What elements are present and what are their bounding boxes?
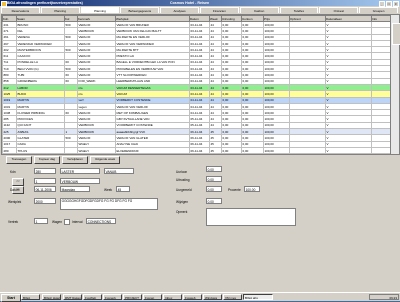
werkplek-label: Werkplek <box>8 200 21 204</box>
taskbar-item[interactable]: BIGA/ Hotels <box>42 294 61 300</box>
procente-label: Procente <box>228 188 241 192</box>
add-button[interactable]: Toevoegen <box>6 156 32 164</box>
wijzigen-label: Wijzigen <box>176 200 188 204</box>
table-cell <box>372 154 392 155</box>
opmerk-field[interactable] <box>206 208 296 226</box>
taskbar-item[interactable]: Inbox <box>163 294 182 300</box>
title-bar: BIGA afrondingen prefinzet(toezetveprest… <box>0 0 400 6</box>
kol-field[interactable]: VERBOUW <box>60 178 100 184</box>
tab-7[interactable]: Teleflex <box>280 7 319 13</box>
window-title: BIGA afrondingen prefinzet(toezetveprest… <box>7 1 83 5</box>
werkplek-code-field[interactable]: 2000 <box>34 198 56 204</box>
uurloon-label: Uurloon <box>176 170 187 174</box>
tab-8[interactable]: Ontvest <box>319 7 358 13</box>
planning-grid: KdnNaamKolKenmerkWerkplekDatumWeekUitrus… <box>1 14 392 155</box>
table-cell: 0,00 <box>242 154 264 155</box>
tab-0[interactable]: Reservations <box>1 7 40 13</box>
taskbar-item[interactable]: VM mes <box>223 294 242 300</box>
uitrusting-label: Uitrusting <box>176 178 189 182</box>
tab-3[interactable]: Beheergegevens <box>120 7 159 13</box>
kdn-field[interactable]: 280 <box>34 168 56 174</box>
table-cell: V <box>326 154 372 155</box>
table-cell <box>65 154 78 155</box>
wagen-label: Wagen <box>52 220 62 224</box>
werkplek-description-field[interactable]: GGGGGHGFGDFGDFGDFG FG FG DFG FG FG <box>60 198 158 210</box>
wijzigen-field[interactable]: 0,00 <box>206 198 222 204</box>
procente-field[interactable]: 100,00 <box>244 186 260 192</box>
table-cell: 280 <box>3 154 17 155</box>
tab-4[interactable]: Analyses <box>160 7 199 13</box>
system-tray: 09:23 <box>369 294 399 300</box>
vertrek-field[interactable]: 1 <box>34 218 48 224</box>
taskbar-item[interactable]: RMT Rekena <box>63 294 82 300</box>
table-row[interactable]: 280TPLUSWGELYELVERENDRIJF06-11-04450,000… <box>3 154 392 155</box>
scroll-thumb[interactable] <box>392 23 400 45</box>
table-cell: ELVERENDRIJF <box>116 154 190 155</box>
uurgemeld-label: Uurgemeld <box>176 188 192 192</box>
table-cell: 100,00 <box>264 154 290 155</box>
taskbar-item[interactable]: PROJECT <box>123 294 142 300</box>
table-cell: 06-11-04 <box>190 154 210 155</box>
interval-label: Interval <box>72 220 82 224</box>
table-cell: 45 <box>210 154 222 155</box>
next-week-button[interactable]: Volgende week <box>90 156 120 164</box>
kdn-label: Kdn <box>10 170 16 174</box>
vertrek-label: Vertrek <box>8 220 18 224</box>
tab-2[interactable]: Planning <box>81 7 120 13</box>
opmerk-label: Opmerk <box>176 210 187 214</box>
uurgemeld-field[interactable]: 0,00 <box>206 186 222 192</box>
clock: 09:23 <box>389 296 397 300</box>
uurloon-field[interactable]: 0,00 <box>206 166 222 172</box>
taskbar-item[interactable]: BIGA <box>21 294 40 300</box>
tab-9[interactable]: Groepen <box>359 7 398 13</box>
datum-label: Datum <box>10 188 19 192</box>
taskbar-item[interactable]: FoxWeb <box>83 294 102 300</box>
taskbar-item[interactable]: Foxnerk <box>103 294 122 300</box>
app-window: BIGA afrondingen prefinzet(toezetveprest… <box>0 0 400 292</box>
taskbar-item[interactable]: Windows <box>203 294 222 300</box>
taskbar-item[interactable]: Foxnet <box>143 294 162 300</box>
nr-field[interactable]: 1 <box>34 178 56 184</box>
week-field[interactable]: 45 <box>116 186 130 192</box>
tab-6[interactable]: Kasbon <box>240 7 279 13</box>
day-field[interactable]: Maandag <box>60 186 90 192</box>
interval-field[interactable]: CONNECTIONS <box>86 218 116 224</box>
window-center-title: Cosmos Hotel - Reisen <box>170 1 209 5</box>
table-cell <box>290 154 326 155</box>
kmb-field[interactable]: VANUB <box>104 168 134 174</box>
name-field[interactable]: LASTER <box>60 168 100 174</box>
table-cell: 0,00 <box>222 154 242 155</box>
tab-5[interactable]: Financien <box>200 7 239 13</box>
table-cell: TPLUS <box>17 154 65 155</box>
taskbar-item[interactable]: Foxweb <box>183 294 202 300</box>
datum-field[interactable]: 06-11-2006 <box>34 186 56 192</box>
wagen-checkbox[interactable] <box>64 219 70 225</box>
grid-scrollbar[interactable] <box>390 14 400 155</box>
week-label: Week <box>104 188 112 192</box>
tab-1[interactable]: Planning <box>41 7 80 13</box>
start-button[interactable]: Start <box>1 294 21 302</box>
table-cell: WGELY <box>78 154 116 155</box>
uitrusting-field[interactable]: 0,00 <box>206 176 222 182</box>
prev-record-button[interactable]: << <box>12 178 24 186</box>
delete-button[interactable]: Verwijderen <box>62 156 88 164</box>
copy-day-button[interactable]: Kopieer dag <box>34 156 60 164</box>
tab-bar: ReservationsPlanningPlanningBeheergegeve… <box>1 7 399 13</box>
taskbar-item[interactable]: BIGA afro <box>243 294 273 300</box>
